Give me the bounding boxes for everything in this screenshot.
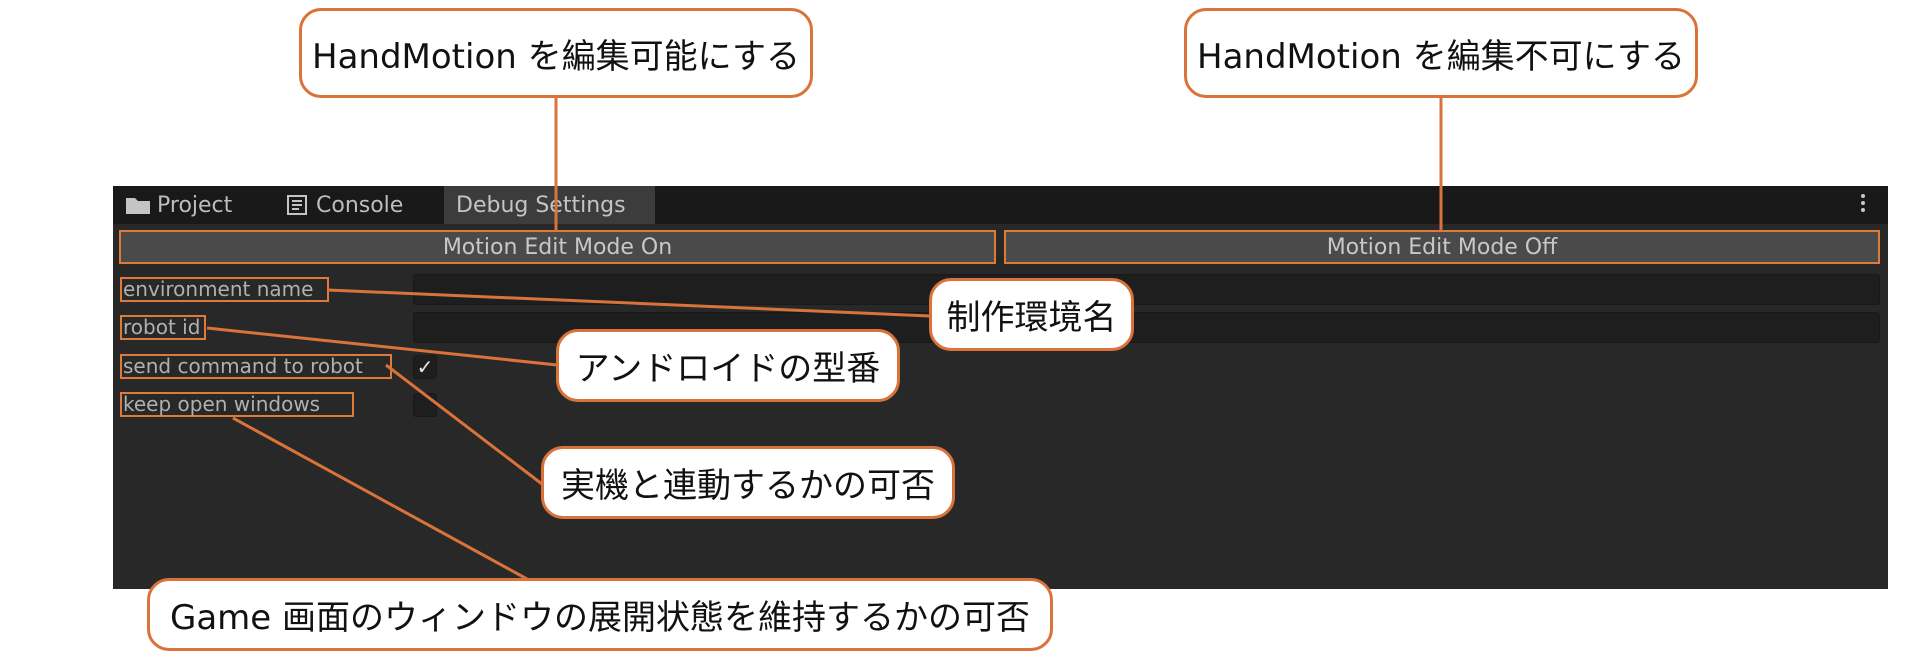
tab-debug-settings-label: Debug Settings: [456, 192, 626, 218]
callout-robot-id: アンドロイドの型番: [556, 329, 900, 402]
callout-motion-edit-on: HandMotion を編集可能にする: [299, 8, 813, 98]
tab-project[interactable]: Project: [125, 186, 275, 224]
folder-icon: [126, 198, 150, 214]
tab-bar: Project Console Debug Settings: [113, 186, 1888, 224]
tab-console-label: Console: [316, 192, 404, 218]
tab-debug-settings[interactable]: Debug Settings: [444, 186, 655, 224]
environment-name-field[interactable]: [413, 274, 1880, 305]
keep-open-windows-checkbox[interactable]: [413, 393, 437, 417]
callout-keep-open-windows: Game 画面のウィンドウの展開状態を維持するかの可否: [147, 578, 1053, 651]
annotated-screenshot: Project Console Debug Settings Motion Ed…: [0, 0, 1920, 659]
console-icon: [287, 195, 307, 215]
robot-id-label: robot id: [120, 315, 206, 340]
tab-console[interactable]: Console: [286, 186, 436, 224]
callout-motion-edit-off: HandMotion を編集不可にする: [1184, 8, 1698, 98]
environment-name-label: environment name: [120, 277, 329, 302]
send-command-checkbox[interactable]: ✓: [413, 355, 437, 379]
motion-edit-mode-on-button[interactable]: Motion Edit Mode On: [119, 230, 996, 264]
more-options-icon[interactable]: [1860, 194, 1866, 216]
tab-project-label: Project: [157, 192, 233, 218]
send-command-label: send command to robot: [120, 354, 392, 379]
debug-settings-window: Project Console Debug Settings Motion Ed…: [113, 186, 1888, 589]
checkmark-icon: ✓: [416, 355, 434, 379]
keep-open-windows-label: keep open windows: [120, 392, 354, 417]
motion-edit-mode-off-button[interactable]: Motion Edit Mode Off: [1004, 230, 1880, 264]
callout-environment-name: 制作環境名: [929, 278, 1134, 351]
callout-send-command: 実機と連動するかの可否: [541, 446, 955, 519]
